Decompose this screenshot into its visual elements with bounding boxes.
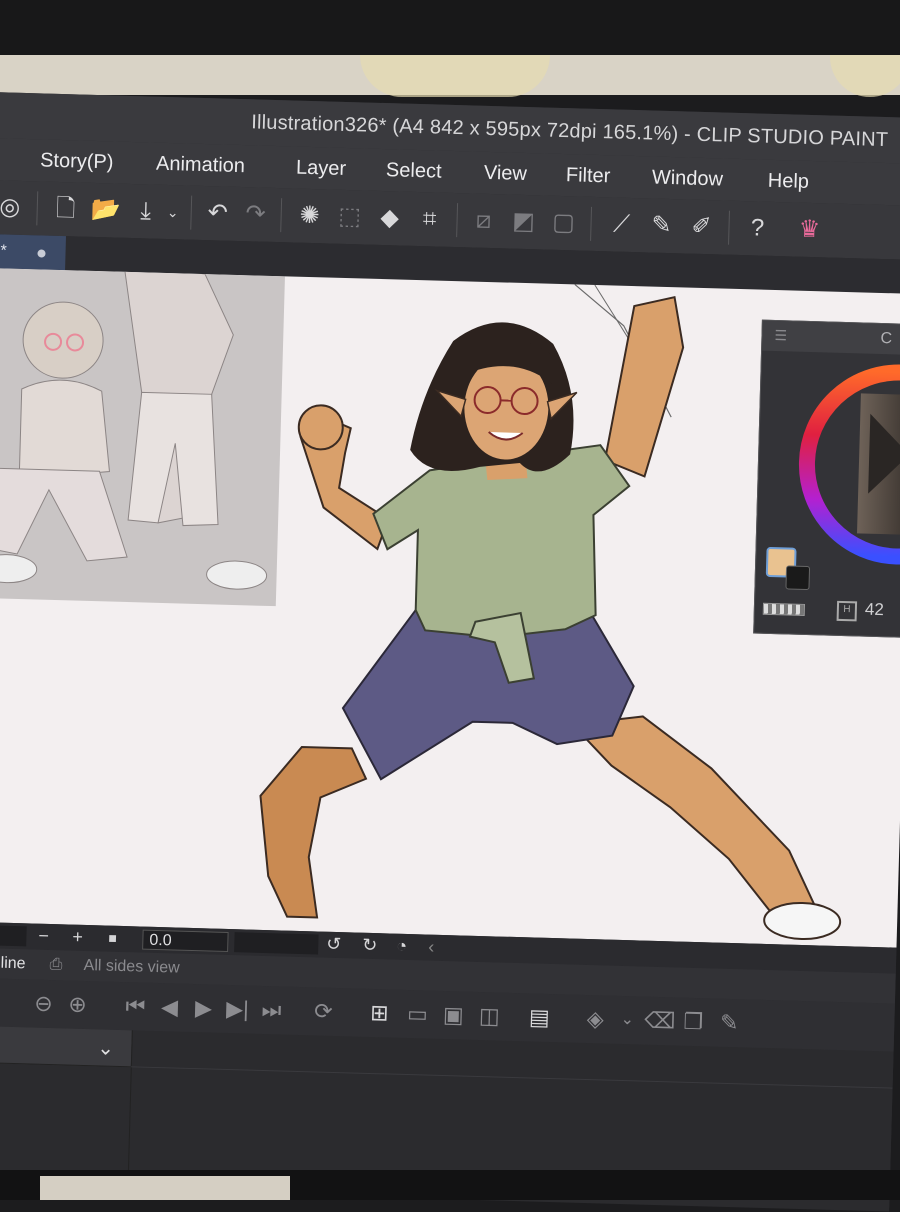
first-frame-icon[interactable]: ⏮ [120, 992, 151, 1021]
document-tab[interactable]: 6* [0, 234, 66, 270]
last-frame-icon[interactable]: ⏭ [256, 996, 287, 1025]
play-icon[interactable]: ▶ [188, 994, 219, 1023]
timeline-tab[interactable]: Timeline [0, 954, 26, 974]
help-icon[interactable]: ? [740, 211, 775, 246]
reference-image [0, 268, 285, 606]
next-frame-icon[interactable]: ▶| [222, 995, 253, 1024]
toolbar-separator [190, 196, 192, 230]
transform-icon[interactable]: ⌗ [412, 202, 447, 237]
menu-filter[interactable]: Filter [566, 164, 611, 188]
rotation-angle-field[interactable]: 0.0 [142, 930, 229, 952]
palette-menu-icon[interactable]: ☰ [774, 327, 792, 344]
menu-story[interactable]: Story(P) [40, 149, 114, 174]
menu-select[interactable]: Select [386, 159, 442, 184]
fit-square-icon[interactable]: ■ [108, 928, 117, 948]
color-wheel-palette: ☰ C H 42 [753, 320, 900, 638]
save-color-icon[interactable]: H [837, 601, 858, 622]
loop-icon[interactable]: ⟳ [308, 997, 339, 1026]
dropdown-chevron-icon[interactable]: ⌄ [612, 1006, 643, 1035]
fill-selection-icon[interactable]: ◩ [506, 204, 541, 239]
brush-icon[interactable]: ✎ [644, 208, 679, 243]
all-sides-view-tab[interactable]: All sides view [83, 957, 179, 978]
delete-icon[interactable]: ⌫ [644, 1007, 675, 1036]
rotate-left-icon[interactable]: ↺ [326, 934, 342, 954]
timeline-track[interactable] [131, 1066, 893, 1088]
selection-box-icon[interactable]: ▢ [546, 206, 581, 241]
previous-frame-icon[interactable]: ◀ [154, 993, 185, 1022]
timeline-selector[interactable]: ⌄ [0, 1026, 132, 1068]
chevron-down-icon[interactable]: ⌄ [97, 1035, 114, 1060]
redo-icon[interactable]: ↷ [238, 197, 273, 232]
app-window: Illustration326* (A4 842 x 595px 72dpi 1… [0, 92, 900, 1208]
palette-title: C [880, 330, 892, 348]
menu-layer[interactable]: Layer [296, 157, 347, 181]
new-animation-folder-icon[interactable]: ⊞ [364, 999, 395, 1028]
wall-artwork [360, 55, 550, 97]
toolbar-separator [728, 211, 730, 245]
specify-cel-icon[interactable]: ▣ [438, 1001, 469, 1030]
dropdown-chevron-icon[interactable]: ⌄ [162, 195, 183, 230]
palette-header: ☰ C [762, 321, 900, 355]
document-tab-label: 6* [0, 242, 7, 259]
toolbar-separator [590, 207, 592, 241]
menu-animation[interactable]: Animation [156, 153, 246, 178]
color-wheel[interactable] [756, 351, 900, 575]
new-file-icon[interactable]: 🗋 [48, 192, 83, 227]
cupcake-icon[interactable]: ♛ [792, 212, 827, 247]
desk-background [40, 1176, 290, 1200]
menu-view[interactable]: View [484, 162, 528, 186]
chevron-left-icon[interactable]: ‹ [428, 937, 435, 957]
window-title: Illustration326* (A4 842 x 595px 72dpi 1… [251, 111, 889, 152]
toolbar-separator [456, 203, 458, 237]
clear-selection-icon[interactable]: ⧄ [466, 203, 501, 238]
light-table-icon[interactable]: ▤ [524, 1003, 555, 1032]
new-cel-icon[interactable]: ▭ [402, 1000, 433, 1029]
sub-color-swatch[interactable] [785, 565, 810, 590]
zoom-out-icon[interactable]: ⊖ [28, 989, 59, 1018]
loading-spinner-icon[interactable]: ✺ [292, 199, 327, 234]
clip-studio-icon[interactable]: ◎ [0, 190, 27, 225]
zoom-in-button[interactable]: + [72, 927, 83, 947]
open-folder-icon[interactable]: 📂 [88, 193, 123, 228]
keyframe-icon[interactable]: ◈ [580, 1005, 611, 1034]
reset-rotation-icon[interactable]: ◔ [396, 936, 407, 956]
menu-window[interactable]: Window [652, 167, 724, 192]
toolbar-separator [280, 198, 282, 232]
zoom-field[interactable] [0, 925, 27, 947]
camera-icon[interactable]: ⎙ [49, 956, 62, 974]
zoom-in-icon[interactable]: ⊕ [62, 990, 93, 1019]
onion-skin-icon[interactable]: ◫ [474, 1002, 505, 1031]
fill-bucket-icon[interactable]: ◆ [372, 201, 407, 236]
close-tab-icon[interactable] [37, 249, 45, 257]
pen-ruler-icon[interactable]: ✐ [684, 209, 719, 244]
rotate-right-icon[interactable]: ↻ [362, 935, 378, 955]
copy-icon[interactable]: ❐ [678, 1008, 709, 1037]
menu-help[interactable]: Help [767, 170, 809, 194]
zoom-out-button[interactable]: − [38, 926, 49, 946]
undo-icon[interactable]: ↶ [200, 196, 235, 231]
ruler-pen-icon[interactable]: ⟋ [604, 207, 639, 242]
color-value-readout: 42 [865, 600, 884, 621]
save-download-icon[interactable]: ⤓ [128, 194, 163, 229]
transparent-color-swatch[interactable] [763, 603, 805, 616]
toolbar-separator [36, 191, 38, 225]
slider-field[interactable] [234, 932, 319, 954]
monitor-bezel-top [0, 0, 900, 60]
edit-pen-icon[interactable]: ✎ [714, 1009, 745, 1038]
deselect-icon[interactable]: ⬚ [332, 200, 367, 235]
